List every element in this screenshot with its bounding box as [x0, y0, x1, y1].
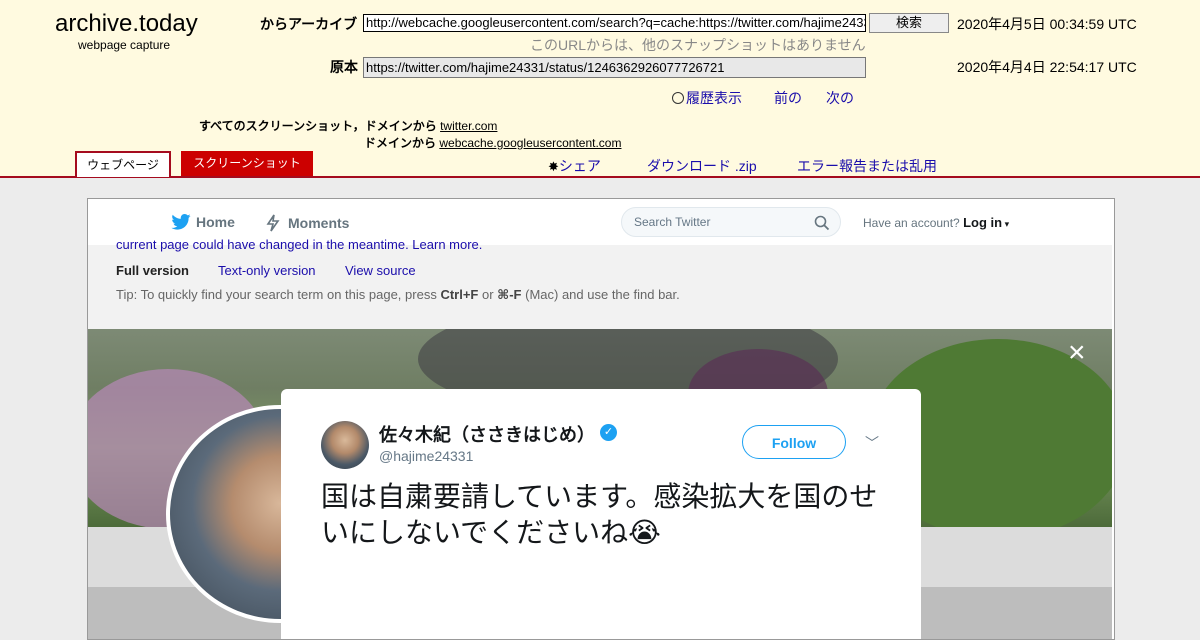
tab-webpage[interactable]: ウェブページ: [75, 151, 171, 177]
all-screenshots-row: すべてのスクリーンショット，ドメインから twitter.com: [199, 117, 497, 134]
tweet-modal: 佐々木紀（ささきはじめ） ✓ @hajime24331 Follow ﹀ 国は自…: [281, 389, 921, 639]
account-area: Have an account? Log in ▾: [863, 215, 1009, 230]
tip-suffix: (Mac) and use the find bar.: [521, 287, 680, 302]
no-snapshots-note: このURLからは、他のスナップショットはありません: [530, 37, 866, 53]
history-label: 履歴表示: [686, 90, 742, 106]
archive-logo-subtitle: webpage capture: [78, 38, 171, 52]
view-source-link[interactable]: View source: [345, 263, 416, 278]
caret-down-icon[interactable]: ▾: [1002, 219, 1010, 229]
share-label: シェア: [558, 158, 601, 174]
cache-notice-text: current page could have changed in the m…: [116, 237, 483, 252]
download-link[interactable]: ダウンロード .zip: [647, 156, 757, 176]
original-label: 原本: [330, 59, 358, 75]
next-link[interactable]: 次の: [826, 88, 854, 108]
tweet-author-name[interactable]: 佐々木紀（ささきはじめ）: [379, 421, 595, 447]
find-tip: Tip: To quickly find your search term on…: [116, 287, 680, 303]
original-timestamp: 2020年4月4日 22:54:17 UTC: [957, 59, 1137, 75]
from-archive-label: からアーカイブ: [260, 16, 358, 32]
tip-key-cmd-f: ⌘-F: [497, 287, 522, 302]
prev-link[interactable]: 前の: [774, 88, 802, 108]
lightning-icon: [266, 214, 280, 232]
close-icon[interactable]: ×: [1068, 338, 1086, 368]
history-link[interactable]: 履歴表示: [672, 88, 742, 108]
domain-label-2: ドメインから: [364, 136, 437, 150]
original-url-field[interactable]: https://twitter.com/hajime24331/status/1…: [363, 57, 866, 78]
search-button[interactable]: 検索: [869, 13, 949, 33]
nav-home-label: Home: [196, 214, 235, 230]
have-account-text: Have an account?: [863, 216, 960, 230]
archive-logo[interactable]: archive.today: [55, 10, 198, 38]
login-link[interactable]: Log in: [963, 215, 1002, 230]
nav-moments[interactable]: Moments: [266, 214, 349, 232]
all-screenshots-label: すべてのスクリーンショット，ドメインから: [199, 119, 437, 133]
tip-prefix: Tip: To quickly find your search term on…: [116, 287, 441, 302]
nav-moments-label: Moments: [288, 215, 350, 231]
nav-home[interactable]: Home: [171, 214, 235, 230]
tweet-text: 国は自粛要請しています。感染拡大を国のせいにしないでくださいね😭: [321, 481, 878, 548]
tip-or: or: [478, 287, 498, 302]
google-cache-banner: current page could have changed in the m…: [88, 237, 1112, 330]
search-placeholder: Search Twitter: [634, 215, 711, 229]
archive-header: archive.today webpage capture からアーカイブ ht…: [0, 0, 1200, 178]
report-link[interactable]: エラー報告または乱用: [797, 156, 937, 176]
tab-screenshot[interactable]: スクリーンショット: [181, 151, 313, 176]
tip-key-ctrl-f: Ctrl+F: [440, 287, 479, 302]
domain-row-2: ドメインから webcache.googleusercontent.com: [364, 134, 621, 151]
twitter-bird-icon: [171, 214, 191, 230]
follow-button[interactable]: Follow: [742, 425, 846, 459]
verified-badge-icon: ✓: [600, 424, 617, 441]
archive-search-input[interactable]: http://webcache.googleusercontent.com/se…: [363, 14, 866, 32]
archived-timestamp: 2020年4月5日 00:34:59 UTC: [957, 16, 1137, 32]
share-icon: ✸: [548, 159, 559, 174]
tweet-author-handle[interactable]: @hajime24331: [379, 448, 473, 464]
twitter-search-input[interactable]: Search Twitter: [621, 207, 841, 237]
text-only-link[interactable]: Text-only version: [218, 263, 316, 278]
full-version-label: Full version: [116, 263, 189, 278]
history-icon: [672, 92, 684, 104]
domain-link-webcache[interactable]: webcache.googleusercontent.com: [439, 136, 621, 150]
tweet-avatar[interactable]: [321, 421, 369, 469]
share-link[interactable]: ✸シェア: [548, 156, 601, 176]
domain-link-twitter[interactable]: twitter.com: [440, 119, 497, 133]
chevron-down-icon[interactable]: ﹀: [865, 433, 879, 453]
search-icon[interactable]: [814, 215, 830, 231]
